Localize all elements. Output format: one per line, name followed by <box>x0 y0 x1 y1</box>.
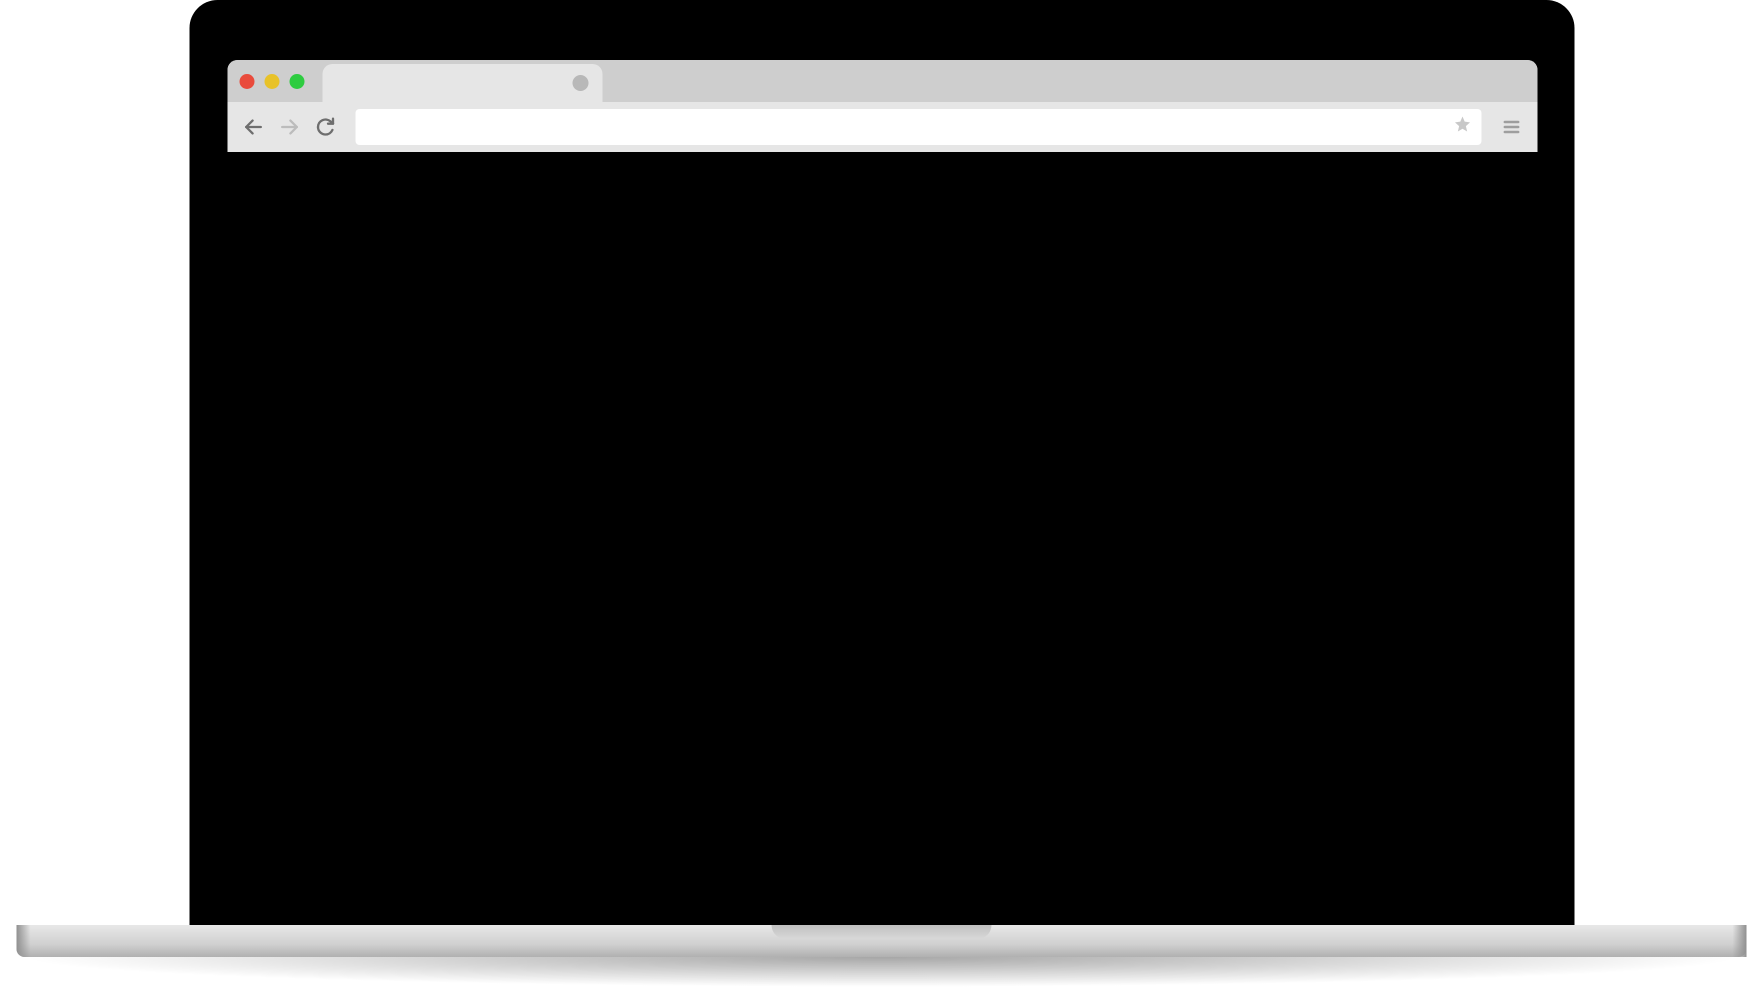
window-close-button[interactable] <box>239 74 254 89</box>
address-bar[interactable] <box>355 109 1481 145</box>
window-controls <box>239 74 304 89</box>
browser-tab-bar <box>227 60 1537 102</box>
browser-toolbar <box>227 102 1537 152</box>
arrow-left-icon <box>242 116 264 138</box>
laptop-mockup <box>189 0 1574 925</box>
laptop-screen-bezel <box>189 0 1574 925</box>
laptop-notch <box>772 925 992 939</box>
window-minimize-button[interactable] <box>264 74 279 89</box>
reload-button[interactable] <box>311 113 339 141</box>
menu-button[interactable] <box>1497 113 1525 141</box>
laptop-screen <box>199 10 1564 925</box>
back-button[interactable] <box>239 113 267 141</box>
laptop-base <box>17 925 1747 957</box>
window-maximize-button[interactable] <box>289 74 304 89</box>
browser-tab[interactable] <box>322 64 602 102</box>
address-input[interactable] <box>365 119 1453 135</box>
tab-close-icon[interactable] <box>572 75 588 91</box>
reload-icon <box>315 117 335 137</box>
forward-button[interactable] <box>275 113 303 141</box>
arrow-right-icon <box>278 116 300 138</box>
bookmark-star-icon[interactable] <box>1453 115 1471 139</box>
browser-window <box>227 60 1537 152</box>
hamburger-icon <box>1501 117 1521 137</box>
laptop-shadow <box>17 957 1747 987</box>
